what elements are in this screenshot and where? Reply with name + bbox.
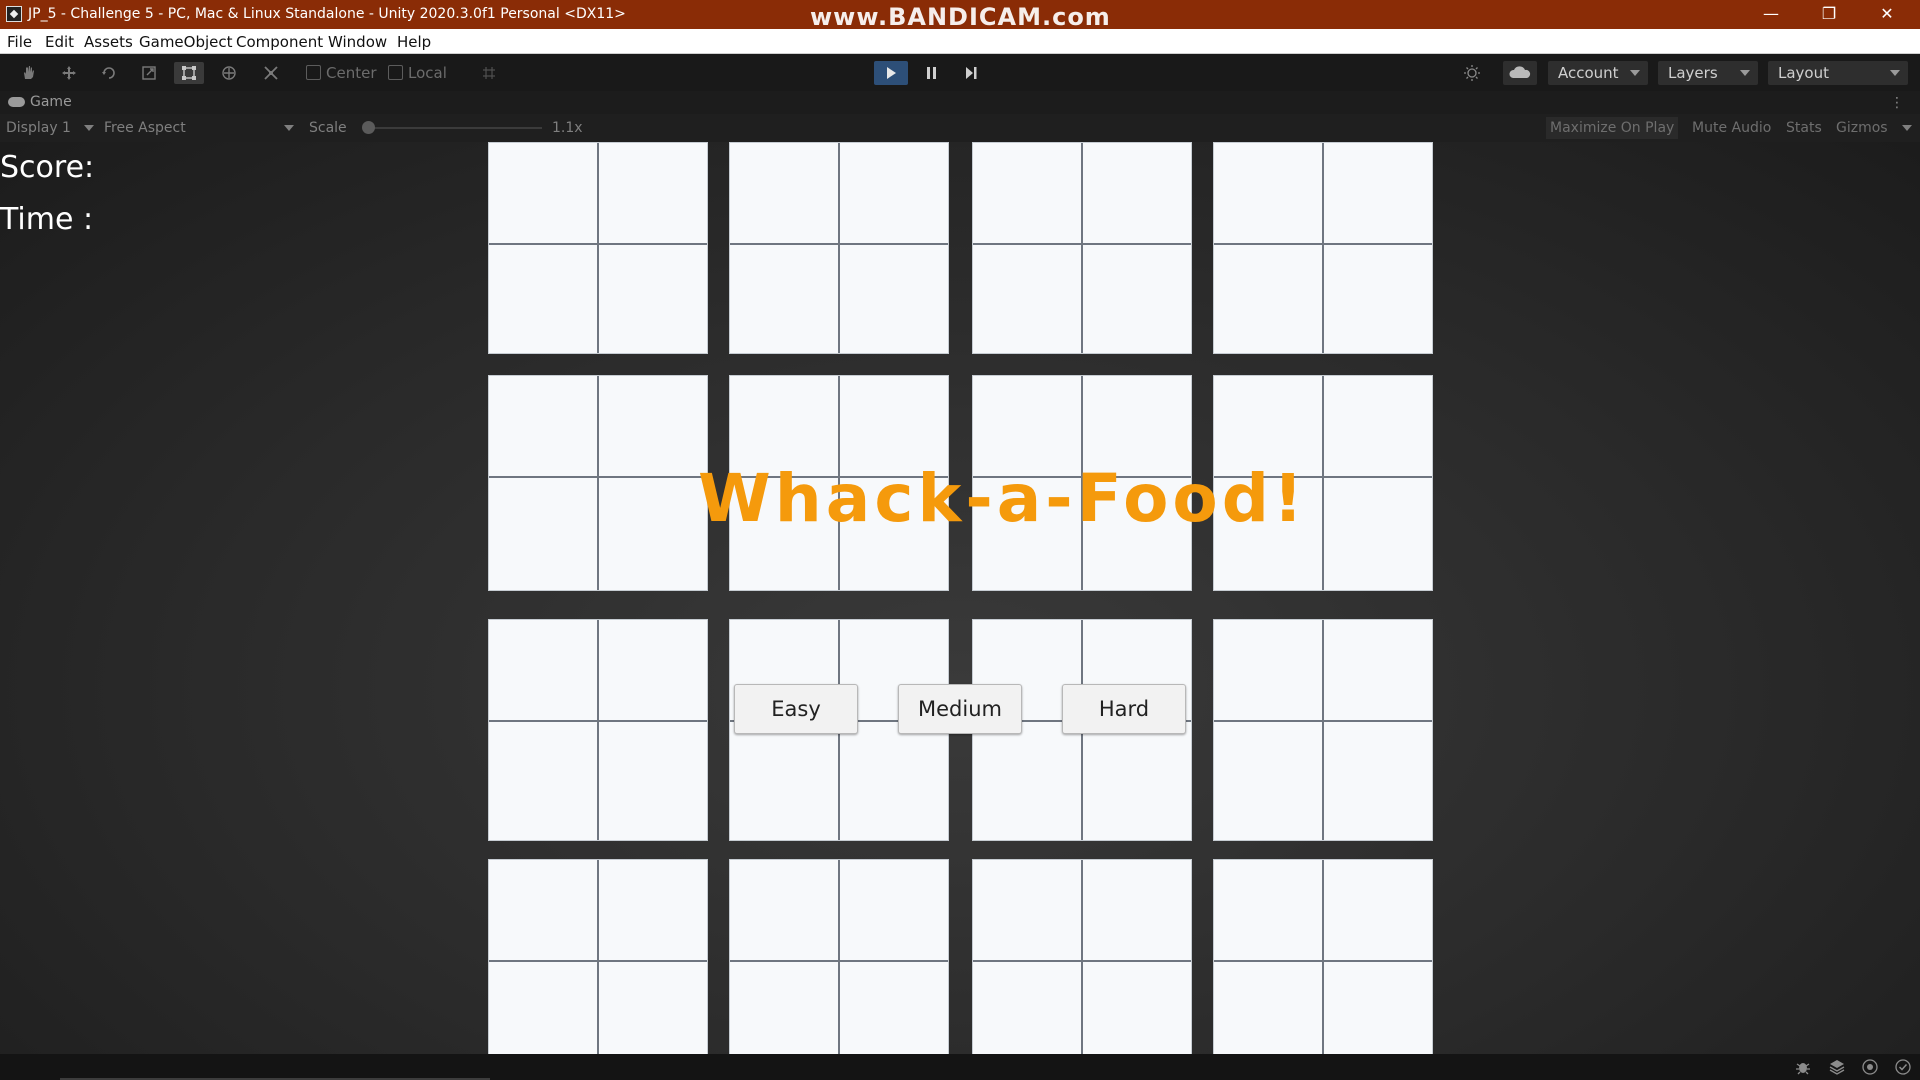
grid-snap-button[interactable]	[474, 62, 504, 84]
step-button[interactable]	[954, 61, 988, 85]
cube-icon	[388, 65, 403, 80]
pause-button[interactable]	[914, 61, 948, 85]
chevron-down-icon	[1630, 70, 1640, 76]
gizmos-toggle[interactable]: Gizmos	[1832, 117, 1892, 139]
grid-tile	[1213, 619, 1433, 841]
mute-audio-toggle[interactable]: Mute Audio	[1688, 117, 1775, 139]
play-button[interactable]	[874, 61, 908, 85]
scale-slider-track[interactable]	[366, 127, 542, 129]
layers-label: Layers	[1668, 64, 1718, 82]
chevron-down-icon	[1740, 70, 1750, 76]
status-bar	[0, 1054, 1920, 1080]
chevron-down-icon	[284, 125, 294, 131]
grid-tile	[729, 142, 949, 354]
scale-tool-button[interactable]	[134, 62, 164, 84]
bug-icon[interactable]	[1794, 1058, 1812, 1076]
menu-assets[interactable]: Assets	[84, 33, 133, 51]
maximize-on-play-toggle[interactable]: Maximize On Play	[1546, 117, 1679, 139]
pivot-label: Center	[326, 64, 377, 82]
transform-icon	[222, 66, 236, 80]
score-label: Score:	[0, 150, 95, 185]
globe-icon[interactable]	[1861, 1058, 1879, 1076]
window-title: JP_5 - Challenge 5 - PC, Mac & Linux Sta…	[28, 6, 626, 22]
hand-icon	[24, 66, 34, 79]
scale-slider-thumb[interactable]	[362, 121, 375, 134]
game-title: Whack-a-Food!	[698, 460, 1308, 537]
scale-value: 1.1x	[552, 120, 583, 136]
grid-tile	[972, 142, 1192, 354]
time-label: Time :	[0, 202, 94, 237]
grid-tile	[488, 859, 708, 1054]
grid-tile	[488, 375, 708, 591]
layers-dropdown[interactable]: Layers	[1658, 61, 1758, 85]
menu-help[interactable]: Help	[397, 33, 431, 51]
pause-icon	[927, 67, 936, 79]
layout-dropdown[interactable]: Layout	[1768, 61, 1908, 85]
medium-button[interactable]: Medium	[898, 684, 1022, 734]
menu-component[interactable]: Component	[236, 33, 323, 51]
stats-toggle[interactable]: Stats	[1782, 117, 1826, 139]
play-icon	[887, 67, 896, 79]
bandicam-watermark: www.BANDICAM.com	[810, 3, 1111, 31]
layers-icon[interactable]	[1828, 1058, 1846, 1076]
chevron-down-icon	[84, 125, 94, 131]
space-label: Local	[408, 64, 447, 82]
scale-icon	[142, 66, 156, 80]
custom-tool-icon	[264, 66, 278, 80]
transform-tool-button[interactable]	[214, 62, 244, 84]
layout-label: Layout	[1778, 64, 1829, 82]
custom-tool-button[interactable]	[256, 62, 286, 84]
tab-game-label: Game	[30, 94, 72, 110]
grid-icon	[483, 67, 495, 79]
chevron-down-icon	[1902, 125, 1912, 131]
menu-file[interactable]: File	[7, 33, 32, 51]
grid-tile	[972, 859, 1192, 1054]
rotate-icon	[102, 67, 115, 79]
rect-tool-button[interactable]	[174, 62, 204, 84]
move-tool-button[interactable]	[54, 62, 84, 84]
hard-button[interactable]: Hard	[1062, 684, 1186, 734]
grid-tile	[488, 142, 708, 354]
menu-bar: File Edit Assets GameObject Component Wi…	[0, 29, 1920, 54]
more-options-icon[interactable]: ⋮	[1890, 95, 1904, 111]
aspect-dropdown[interactable]: Free Aspect	[104, 120, 186, 136]
check-circle-icon[interactable]	[1894, 1058, 1912, 1076]
minimize-button[interactable]: —	[1742, 0, 1800, 29]
game-view[interactable]: Score: Time : Whack-a-Food! Easy Medium …	[0, 142, 1920, 1054]
chevron-down-icon	[1890, 70, 1900, 76]
easy-button[interactable]: Easy	[734, 684, 858, 734]
grid-tile	[1213, 142, 1433, 354]
window-title-bar: JP_5 - Challenge 5 - PC, Mac & Linux Sta…	[0, 0, 1920, 31]
pivot-local-toggle[interactable]: Local	[386, 62, 447, 84]
pivot-center-toggle[interactable]: Center	[304, 62, 377, 84]
restore-button[interactable]: ❐	[1800, 0, 1858, 29]
tab-game[interactable]: Game	[8, 94, 72, 110]
scale-label: Scale	[309, 120, 347, 136]
main-toolbar: Center Local Account Layers Layout	[0, 54, 1920, 91]
grid-tile	[729, 859, 949, 1054]
close-button[interactable]: ✕	[1858, 0, 1916, 29]
menu-window[interactable]: Window	[328, 33, 387, 51]
grid-tile	[1213, 859, 1433, 1054]
menu-gameobject[interactable]: GameObject	[139, 33, 233, 51]
menu-edit[interactable]: Edit	[45, 33, 74, 51]
account-label: Account	[1558, 64, 1619, 82]
grid-tile	[488, 619, 708, 841]
cloud-icon	[1509, 66, 1531, 78]
display-dropdown[interactable]: Display 1	[6, 120, 71, 136]
game-view-toolbar: Display 1 Free Aspect Scale 1.1x Maximiz…	[0, 114, 1920, 142]
rect-icon	[182, 66, 196, 80]
unity-logo-icon	[6, 6, 22, 22]
cloud-button[interactable]	[1503, 61, 1537, 85]
collab-button[interactable]	[1455, 61, 1489, 85]
hand-tool-button[interactable]	[14, 62, 44, 84]
pivot-icon	[306, 65, 321, 80]
step-icon	[966, 67, 977, 79]
account-dropdown[interactable]: Account	[1548, 61, 1648, 85]
gamepad-icon	[8, 97, 25, 107]
rotate-tool-button[interactable]	[94, 62, 124, 84]
move-icon	[62, 66, 76, 80]
sun-icon	[1464, 65, 1480, 81]
game-tab-bar: Game ⋮	[0, 91, 1920, 114]
